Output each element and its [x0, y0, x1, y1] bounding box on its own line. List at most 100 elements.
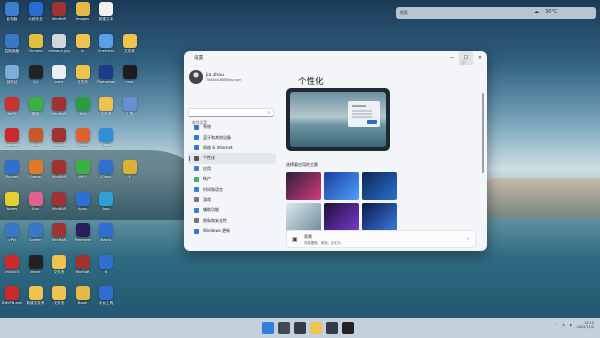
desktop-icon-label: Images — [75, 17, 90, 21]
desktop-icon[interactable]: Book — [72, 286, 94, 316]
close-button[interactable]: ✕ — [473, 51, 487, 65]
desktop-icon[interactable]: 平台工具 — [95, 286, 117, 316]
desktop-icon[interactable]: 工具 — [119, 96, 141, 127]
theme-thumbnail[interactable] — [362, 203, 397, 231]
desktop-icon[interactable]: App — [95, 191, 117, 222]
desktop-icon[interactable]: RAR — [25, 128, 47, 158]
desktop-icon[interactable]: WinRAR — [48, 96, 70, 127]
minimize-button[interactable]: ─ — [445, 51, 459, 65]
chevron-up-icon[interactable]: ⌃ — [554, 323, 557, 327]
theme-thumbnail[interactable] — [362, 172, 397, 200]
theme-thumbnail[interactable] — [286, 203, 321, 231]
desktop-icon[interactable]: b — [72, 33, 94, 64]
app-icon — [75, 33, 90, 48]
desktop-icon[interactable]: 此电脑 — [1, 2, 23, 32]
desktop-icon[interactable]: Bandizip — [1, 128, 23, 158]
desktop-icon[interactable]: 新建文本 — [95, 2, 117, 32]
app-icon — [28, 191, 43, 206]
theme-thumbnail[interactable] — [324, 172, 359, 200]
theme-thumbnail[interactable] — [286, 172, 321, 200]
taskbar-apps — [262, 322, 354, 334]
desktop-icon[interactable]: 360 — [72, 96, 94, 127]
desktop-icon-label: WinRAR — [75, 269, 90, 274]
top-search-widget[interactable]: 搜索 ☁ 30°C — [396, 7, 596, 19]
desktop-icon[interactable]: 文件夹 — [48, 286, 70, 316]
desktop-icon[interactable]: 火绒安全 — [25, 2, 47, 32]
desktop-icon[interactable]: driver — [25, 254, 47, 285]
window-titlebar[interactable]: 设置 ─ ☐ ✕ — [184, 51, 487, 65]
desktop-icon[interactable]: 文件夹 — [48, 254, 70, 285]
settings-icon[interactable] — [342, 322, 354, 334]
sidebar-item[interactable]: 应用 — [188, 164, 276, 174]
volume-icon[interactable]: ◖ — [570, 323, 572, 327]
sidebar-item[interactable]: 系统 — [188, 122, 276, 132]
desktop-icon[interactable]: 微信 — [25, 96, 47, 127]
desktop-icon[interactable]: Edge — [95, 128, 117, 158]
sidebar-item[interactable]: 网络 & Internet — [188, 143, 276, 153]
desktop-icon[interactable]: VPN — [1, 223, 23, 253]
desktop-icon[interactable]: WPS — [1, 96, 23, 127]
desktop-icon[interactable]: Game — [25, 160, 47, 190]
user-profile[interactable]: jia zhou 764640388@qq.com — [189, 70, 241, 84]
desktop-icon[interactable]: WinRAR — [48, 160, 70, 190]
desktop-icon[interactable]: WinRAR — [48, 223, 70, 253]
desktop-icon[interactable]: Apps — [72, 191, 94, 222]
scrollbar[interactable] — [482, 93, 484, 173]
desktop-icon[interactable]: cmd — [119, 65, 141, 95]
desktop-icon[interactable]: Clash — [95, 160, 117, 190]
desktop-icon[interactable]: WinRAR — [48, 128, 70, 158]
background-setting-row[interactable]: ▣ 背景 背景图像、颜色、幻灯片 › — [286, 230, 476, 248]
sidebar-item[interactable]: 隐私和安全性 — [188, 216, 276, 226]
nav-icon — [194, 187, 199, 193]
desktop-icon[interactable]: Premiere — [72, 223, 94, 253]
desktop-icon[interactable]: Screen — [25, 223, 47, 253]
desktop-icon[interactable]: Notes — [1, 191, 23, 222]
sidebar-item[interactable]: 帐户 — [188, 174, 276, 184]
desktop-icon[interactable]: QQ — [25, 65, 47, 95]
desktop-icon[interactable]: 文件夹 — [119, 33, 141, 64]
desktop-icon[interactable]: Photoshop — [95, 65, 117, 95]
app-icon — [5, 254, 19, 269]
desktop-icon[interactable]: network.jpg — [48, 33, 70, 64]
desktop-icon[interactable]: OneDrive — [95, 33, 117, 64]
desktop-icon[interactable]: Rocket — [1, 160, 23, 190]
search-icon[interactable] — [278, 322, 290, 334]
sidebar-item[interactable]: 辅助功能 — [188, 205, 276, 215]
sidebar-item-label: 系统 — [203, 124, 211, 130]
app-icon — [99, 160, 113, 174]
desktop-icon[interactable]: Y — [119, 160, 141, 190]
desktop-icon[interactable]: 新建文件夹 — [25, 286, 47, 316]
explorer-icon[interactable] — [294, 322, 306, 334]
desktop-icon[interactable]: note — [48, 65, 70, 95]
wifi-icon[interactable]: ◔ — [562, 323, 565, 327]
desktop-icon[interactable]: K — [95, 254, 117, 285]
desktop-icon[interactable]: 文件夹 — [95, 96, 117, 127]
desktop-icon[interactable]: 文件夹 — [72, 65, 94, 95]
desktop-icon[interactable]: WinRAR — [72, 254, 94, 285]
desktop-icon-label: 平台工具 — [98, 301, 114, 306]
desktop-icon[interactable]: Edu — [25, 191, 47, 222]
desktop-icon[interactable]: WinRAR — [48, 2, 70, 32]
theme-thumbnail[interactable] — [324, 203, 359, 231]
desktop-icon[interactable]: Office — [72, 128, 94, 158]
sidebar-item[interactable]: 游戏 — [188, 195, 276, 205]
desktop-icon-label: WinRAR — [51, 238, 67, 243]
desktop-icon[interactable]: 回收站 — [1, 65, 23, 95]
desktop-icon[interactable]: WinRAR — [48, 191, 70, 222]
edge-icon[interactable] — [310, 322, 322, 334]
desktop-icon[interactable]: BitVPN.exe — [1, 286, 23, 316]
clock[interactable]: 15:12 2022/11/2 — [577, 321, 594, 329]
sidebar-item[interactable]: Windows 更新 — [188, 226, 276, 236]
start-icon[interactable] — [262, 322, 274, 334]
store-icon[interactable] — [326, 322, 338, 334]
desktop-icon[interactable]: WiFi — [72, 160, 94, 190]
desktop-icon[interactable]: Chrome — [25, 33, 47, 64]
sidebar-item[interactable]: 个性化 — [188, 153, 276, 164]
desktop-icon[interactable]: Images — [72, 2, 94, 32]
sidebar-item[interactable]: 蓝牙和其他设备 — [188, 132, 276, 142]
settings-search-box[interactable]: ⌕ — [188, 108, 274, 126]
desktop-icon[interactable]: VSWATS — [1, 254, 23, 285]
sidebar-item[interactable]: 时间和语言 — [188, 184, 276, 194]
desktop-icon[interactable]: 控制面板 — [1, 33, 23, 64]
desktop-icon[interactable]: Baidu — [95, 223, 117, 253]
